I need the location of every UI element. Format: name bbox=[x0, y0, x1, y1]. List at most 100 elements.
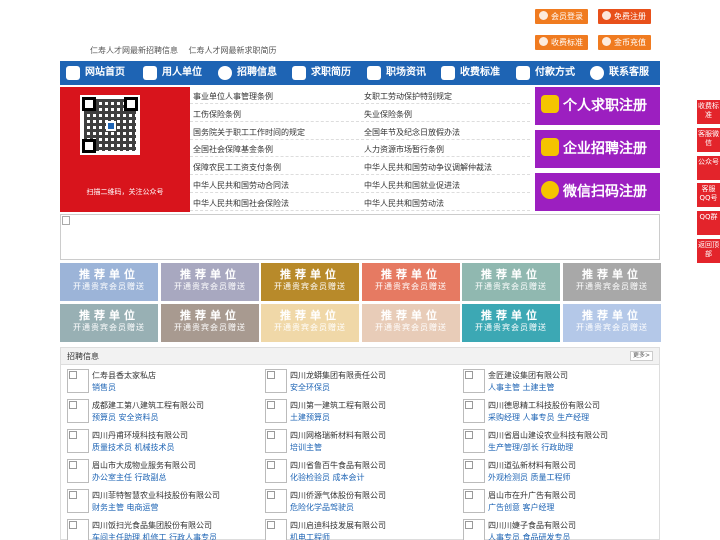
company-logo[interactable] bbox=[265, 399, 287, 423]
side-tab[interactable]: QQ群 bbox=[697, 211, 720, 235]
law-link[interactable]: 国务院关于职工工作时间的规定 bbox=[193, 127, 305, 138]
job-positions[interactable]: 预算员 安全资料员 bbox=[92, 412, 159, 423]
banner-image[interactable] bbox=[60, 214, 660, 260]
recommended-unit-tile[interactable]: 推荐单位 开通贵宾会员赠送 bbox=[60, 304, 158, 342]
recommended-unit-tile[interactable]: 推荐单位 开通贵宾会员赠送 bbox=[161, 304, 259, 342]
law-link[interactable]: 工伤保险条例 bbox=[193, 109, 241, 120]
member-login-button[interactable]: 会员登录 bbox=[535, 9, 588, 24]
side-tab[interactable]: 收费标准 bbox=[697, 100, 720, 124]
company-link[interactable]: 四川第一建筑工程有限公司 bbox=[290, 400, 386, 411]
job-positions[interactable]: 采购经理 人事专员 生产经理 bbox=[488, 412, 589, 423]
nav-payment[interactable]: 付款方式 bbox=[510, 61, 584, 85]
law-link[interactable]: 中华人民共和国劳动合同法 bbox=[193, 180, 289, 191]
nav-contact[interactable]: 联系客服 bbox=[584, 61, 660, 85]
job-positions[interactable]: 土建预算员 bbox=[290, 412, 330, 423]
recommended-unit-tile[interactable]: 推荐单位 开通贵宾会员赠送 bbox=[462, 263, 560, 301]
company-logo[interactable] bbox=[67, 399, 89, 423]
company-logo[interactable] bbox=[67, 489, 89, 513]
job-positions[interactable]: 广告创意 客户经理 bbox=[488, 502, 555, 513]
pricing-button[interactable]: 收费标准 bbox=[535, 35, 588, 50]
nav-employers[interactable]: 用人单位 bbox=[137, 61, 212, 85]
company-logo[interactable] bbox=[463, 369, 485, 393]
company-link[interactable]: 眉山市在升广告有限公司 bbox=[488, 490, 576, 501]
law-link[interactable]: 中华人民共和国劳动争议调解仲裁法 bbox=[364, 162, 492, 173]
company-link[interactable]: 四川省鲁百牛食品有限公司 bbox=[290, 460, 386, 471]
recommended-unit-tile[interactable]: 推荐单位 开通贵宾会员赠送 bbox=[462, 304, 560, 342]
job-positions[interactable]: 机电工程师 bbox=[290, 532, 330, 540]
law-link[interactable]: 人力资源市场暂行条例 bbox=[364, 144, 444, 155]
company-link[interactable]: 四川侨源气体股份有限公司 bbox=[290, 490, 386, 501]
recommended-unit-tile[interactable]: 推荐单位 开通贵宾会员赠送 bbox=[362, 304, 460, 342]
side-tab[interactable]: 客服微信 bbox=[697, 128, 720, 152]
company-link[interactable]: 四川丹甫环境科技有限公司 bbox=[92, 430, 188, 441]
company-register-button[interactable]: 企业招聘注册 bbox=[535, 130, 660, 168]
personal-register-button[interactable]: 个人求职注册 bbox=[535, 87, 660, 125]
nav-jobs[interactable]: 招聘信息 bbox=[212, 61, 286, 85]
company-link[interactable]: 四川饭扫光食品集团股份有限公司 bbox=[92, 520, 212, 531]
company-logo[interactable] bbox=[265, 369, 287, 393]
company-logo[interactable] bbox=[265, 459, 287, 483]
recommended-unit-tile[interactable]: 推荐单位 开通贵宾会员赠送 bbox=[60, 263, 158, 301]
company-logo[interactable] bbox=[67, 459, 89, 483]
side-tab[interactable]: 公众号 bbox=[697, 156, 720, 180]
more-link[interactable]: 更多> bbox=[629, 351, 653, 361]
company-link[interactable]: 四川网格瑞新材料有限公司 bbox=[290, 430, 386, 441]
job-positions[interactable]: 生产管理/部长 行政助理 bbox=[488, 442, 573, 453]
company-logo[interactable] bbox=[67, 519, 89, 540]
job-positions[interactable]: 安全环保员 bbox=[290, 382, 330, 393]
law-link[interactable]: 全国社会保障基金条例 bbox=[193, 144, 273, 155]
recommended-unit-tile[interactable]: 推荐单位 开通贵宾会员赠送 bbox=[362, 263, 460, 301]
company-logo[interactable] bbox=[265, 489, 287, 513]
company-logo[interactable] bbox=[265, 429, 287, 453]
recommended-unit-tile[interactable]: 推荐单位 开通贵宾会员赠送 bbox=[261, 263, 359, 301]
recommended-unit-tile[interactable]: 推荐单位 开通贵宾会员赠送 bbox=[563, 304, 661, 342]
job-positions[interactable]: 危险化学品驾驶员 bbox=[290, 502, 354, 513]
company-link[interactable]: 四川龙蟒集团有限责任公司 bbox=[290, 370, 386, 381]
job-positions[interactable]: 人事专员 食品研发专员 bbox=[488, 532, 571, 540]
job-positions[interactable]: 车间主任助理 机修工 行政人事专员 bbox=[92, 532, 217, 540]
company-logo[interactable] bbox=[463, 429, 485, 453]
recommended-unit-tile[interactable]: 推荐单位 开通贵宾会员赠送 bbox=[563, 263, 661, 301]
recharge-button[interactable]: 金币充值 bbox=[598, 35, 651, 50]
law-link[interactable]: 中华人民共和国社会保险法 bbox=[193, 198, 289, 209]
latest-resumes-link[interactable]: 仁寿人才网最新求职简历 bbox=[189, 46, 277, 55]
company-link[interactable]: 四川省眉山建设农业科技有限公司 bbox=[488, 430, 608, 441]
latest-jobs-link[interactable]: 仁寿人才网最新招聘信息 bbox=[90, 46, 178, 55]
company-link[interactable]: 成都建工第八建筑工程有限公司 bbox=[92, 400, 204, 411]
company-logo[interactable] bbox=[67, 429, 89, 453]
nav-pricing[interactable]: 收费标准 bbox=[435, 61, 510, 85]
job-positions[interactable]: 办公室主任 行政副总 bbox=[92, 472, 167, 483]
job-positions[interactable]: 销售员 bbox=[92, 382, 116, 393]
law-link[interactable]: 保障农民工工资支付条例 bbox=[193, 162, 281, 173]
company-link[interactable]: 仁寿县香太家私店 bbox=[92, 370, 156, 381]
job-positions[interactable]: 质量技术员 机械技术员 bbox=[92, 442, 175, 453]
job-positions[interactable]: 培训主管 bbox=[290, 442, 322, 453]
nav-home[interactable]: 网站首页 bbox=[60, 61, 137, 85]
law-link[interactable]: 女职工劳动保护特别规定 bbox=[364, 91, 452, 102]
company-link[interactable]: 眉山市大成物业服务有限公司 bbox=[92, 460, 196, 471]
job-positions[interactable]: 化验检验员 成本会计 bbox=[290, 472, 365, 483]
company-logo[interactable] bbox=[463, 459, 485, 483]
law-link[interactable]: 中华人民共和国就业促进法 bbox=[364, 180, 460, 191]
job-positions[interactable]: 财务主管 电商运营 bbox=[92, 502, 159, 513]
nav-resumes[interactable]: 求职简历 bbox=[286, 61, 361, 85]
job-positions[interactable]: 外观检测员 质量工程师 bbox=[488, 472, 571, 483]
job-positions[interactable]: 人事主管 土建主管 bbox=[488, 382, 555, 393]
recommended-unit-tile[interactable]: 推荐单位 开通贵宾会员赠送 bbox=[261, 304, 359, 342]
company-link[interactable]: 四川道弘新材料有限公司 bbox=[488, 460, 576, 471]
law-link[interactable]: 全国年节及纪念日放假办法 bbox=[364, 127, 460, 138]
company-logo[interactable] bbox=[463, 399, 485, 423]
law-link[interactable]: 中华人民共和国劳动法 bbox=[364, 198, 444, 209]
company-link[interactable]: 四川启迪科技发展有限公司 bbox=[290, 520, 386, 531]
free-register-button[interactable]: 免费注册 bbox=[598, 9, 651, 24]
wechat-register-button[interactable]: 微信扫码注册 bbox=[535, 173, 660, 211]
nav-news[interactable]: 职场资讯 bbox=[361, 61, 435, 85]
side-tab[interactable]: 客服QQ号 bbox=[697, 183, 720, 207]
company-link[interactable]: 四川德恩精工科技股份有限公司 bbox=[488, 400, 600, 411]
company-logo[interactable] bbox=[67, 369, 89, 393]
law-link[interactable]: 失业保险条例 bbox=[364, 109, 412, 120]
company-logo[interactable] bbox=[463, 519, 485, 540]
company-logo[interactable] bbox=[463, 489, 485, 513]
company-link[interactable]: 四川川婕子食品有限公司 bbox=[488, 520, 576, 531]
law-link[interactable]: 事业单位人事管理条例 bbox=[193, 91, 273, 102]
